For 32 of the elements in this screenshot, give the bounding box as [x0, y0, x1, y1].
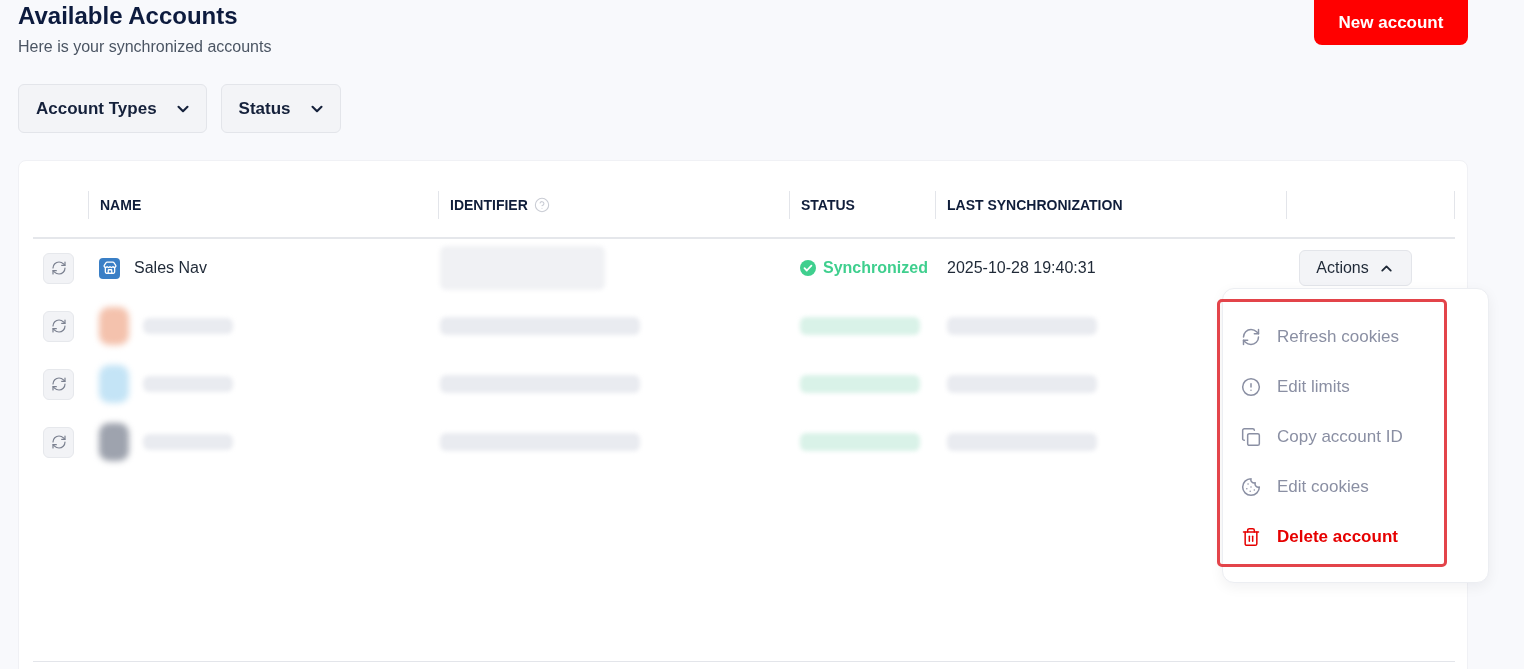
sync-button[interactable]	[43, 426, 74, 458]
page-title: Available Accounts	[18, 1, 239, 31]
alert-circle-icon	[1241, 377, 1261, 397]
refresh-icon	[50, 376, 67, 392]
menu-item[interactable]: Edit cookies	[1223, 462, 1488, 512]
menu-item[interactable]: Refresh cookies	[1223, 312, 1488, 362]
actions-button[interactable]: Actions	[1299, 250, 1412, 286]
account-name: Sales Nav	[134, 258, 207, 278]
status-label: Synchronized	[823, 258, 928, 278]
sync-date: 2025-10-28 19:40:31	[947, 258, 1096, 278]
filter-dropdown[interactable]: Status	[220, 84, 341, 133]
column-header: NAME	[100, 195, 142, 215]
column-header: LAST SYNCHRONIZATION	[947, 195, 1123, 215]
store-icon	[99, 257, 120, 279]
cookie-icon	[1241, 477, 1261, 497]
menu-item[interactable]: Delete account	[1223, 512, 1488, 562]
copy-icon	[1241, 427, 1261, 447]
menu-item[interactable]: Edit limits	[1223, 362, 1488, 412]
refresh-icon	[50, 434, 67, 450]
sync-button[interactable]	[43, 310, 74, 342]
trash-icon	[1241, 527, 1261, 547]
filter-dropdown[interactable]: Account Types	[18, 84, 207, 133]
new-account-button[interactable]: New account	[1314, 0, 1468, 45]
column-header: IDENTIFIER	[450, 195, 528, 215]
refresh-icon	[1241, 327, 1261, 347]
refresh-icon	[50, 318, 67, 334]
menu-item[interactable]: Copy account ID	[1223, 412, 1488, 462]
page-subtitle: Here is your synchronized accounts	[18, 37, 272, 57]
sync-button[interactable]	[43, 252, 74, 284]
refresh-icon	[50, 260, 67, 276]
column-header: STATUS	[801, 195, 855, 215]
sync-button[interactable]	[43, 368, 74, 400]
